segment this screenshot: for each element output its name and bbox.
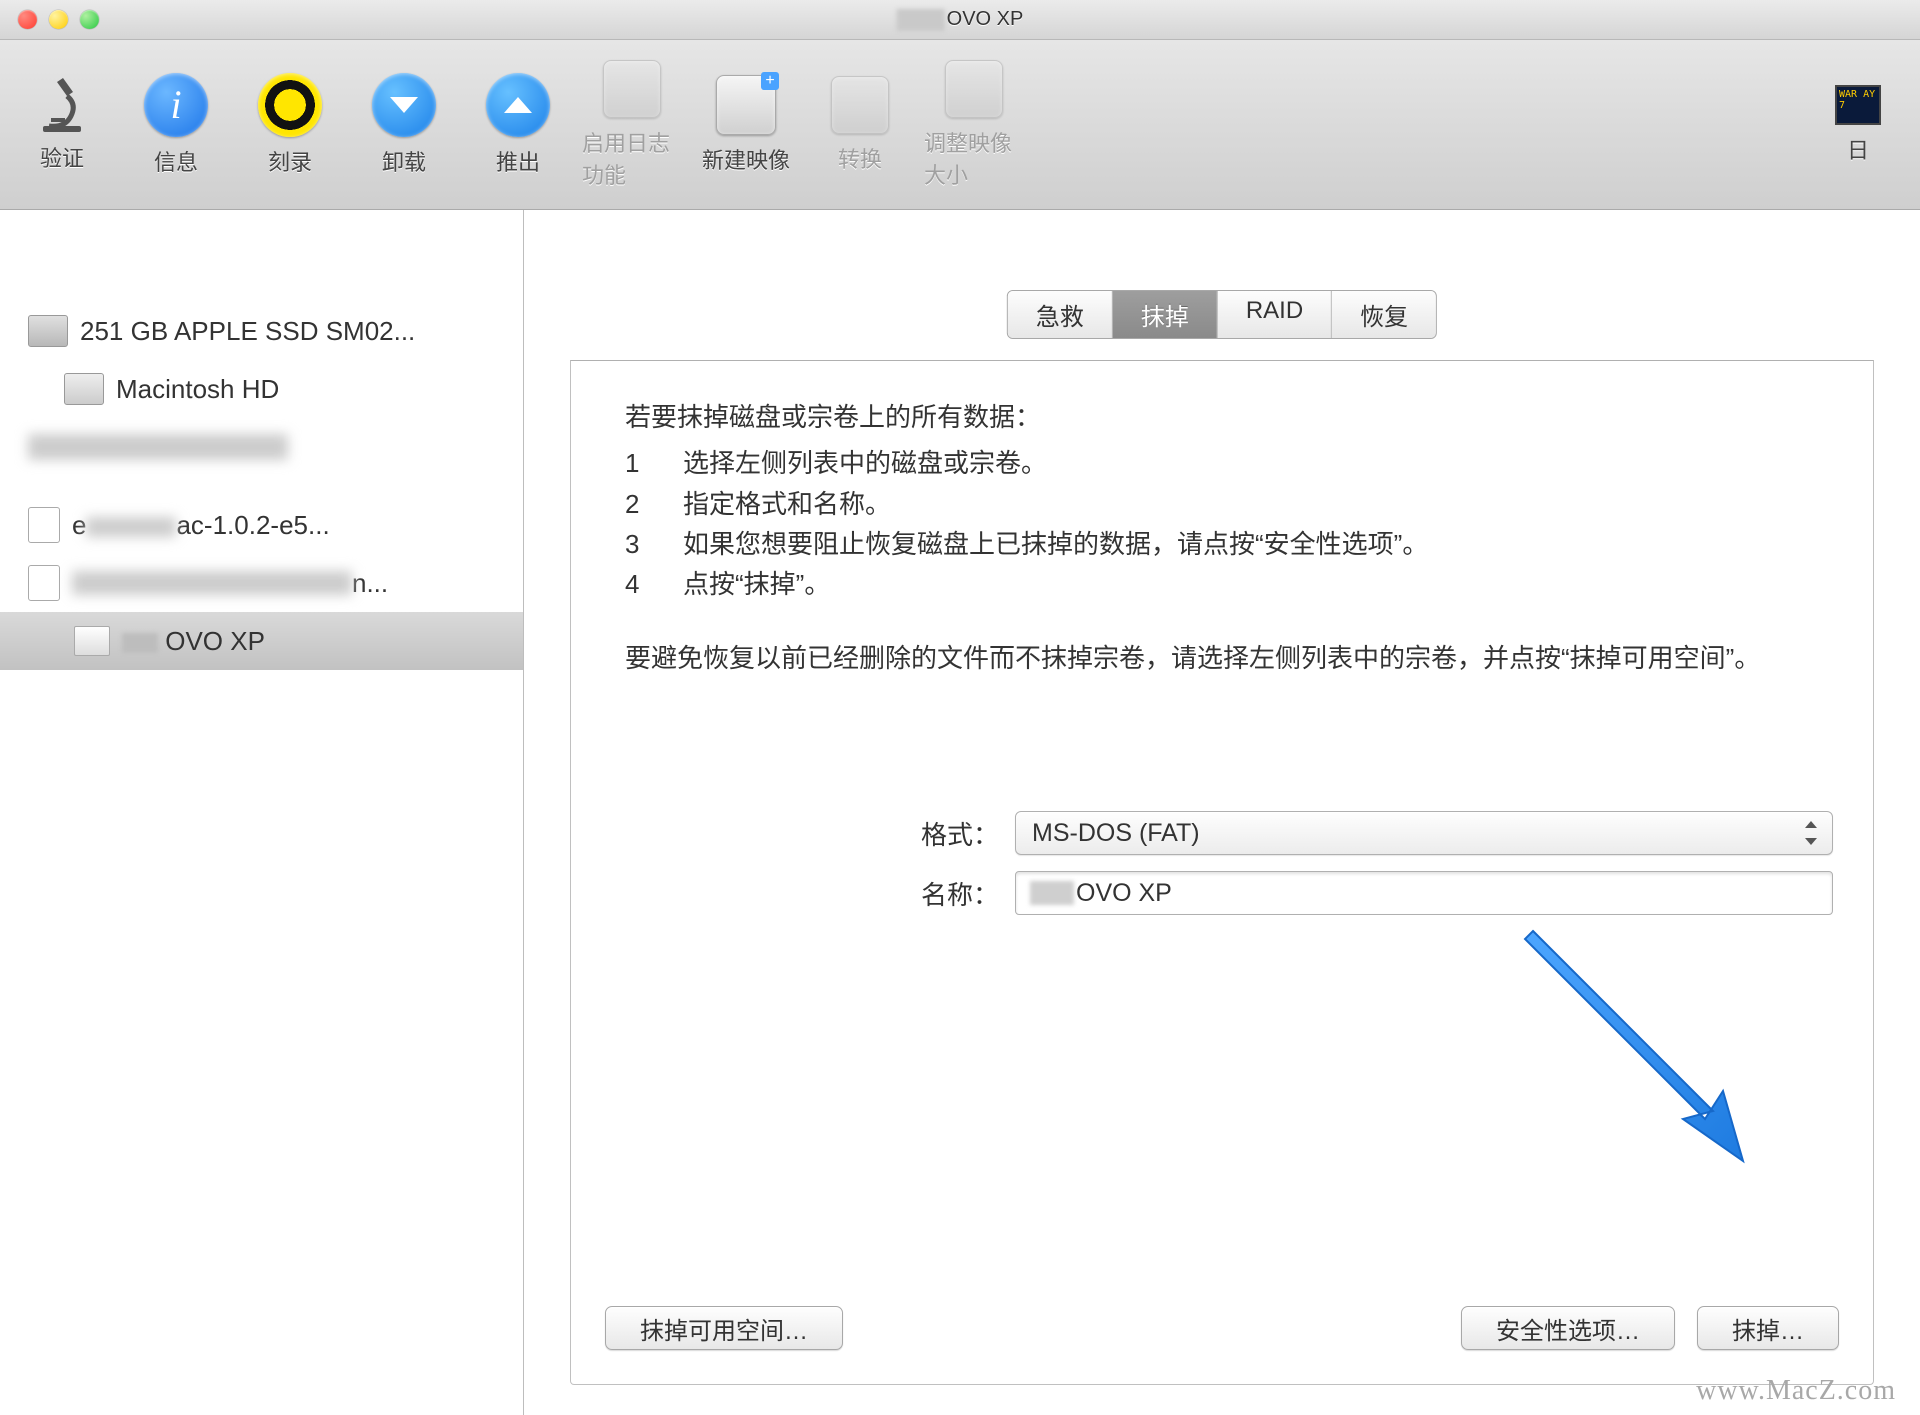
step-4: 点按“抹掉”。 (683, 564, 830, 604)
unmount-button[interactable]: 卸载 (354, 73, 454, 177)
erase-form: 格式： MS-DOS (FAT) 名称： OVO XP (571, 811, 1833, 931)
format-label: 格式： (571, 815, 1015, 852)
sidebar-item-blurred[interactable] (0, 418, 523, 476)
internal-disk-icon (64, 373, 104, 405)
convert-button[interactable]: 转换 (810, 76, 910, 174)
volume-icon (74, 626, 110, 656)
disk-image-icon (28, 507, 60, 543)
main-panel: 急救 抹掉 RAID 恢复 若要抹掉磁盘或宗卷上的所有数据： 1选择左侧列表中的… (524, 210, 1920, 1415)
convert-label: 转换 (838, 142, 882, 174)
instructions-note: 要避免恢复以前已经删除的文件而不抹掉宗卷，请选择左侧列表中的宗卷，并点按“抹掉可… (625, 638, 1819, 678)
new-image-label: 新建映像 (702, 143, 790, 175)
instructions: 若要抹掉磁盘或宗卷上的所有数据： 1选择左侧列表中的磁盘或宗卷。 2指定格式和名… (571, 361, 1873, 679)
eject-button[interactable]: 推出 (468, 73, 568, 177)
unmount-icon (372, 73, 436, 137)
enable-journaling-button[interactable]: 启用日志功能 (582, 60, 682, 190)
new-image-icon (716, 75, 776, 135)
sidebar-item-label: eac-1.0.2-e5... (72, 510, 330, 541)
convert-icon (831, 76, 889, 134)
verify-label: 验证 (40, 141, 84, 173)
resize-image-button[interactable]: 调整映像大小 (924, 60, 1024, 190)
sidebar-item-label: 251 GB APPLE SSD SM02... (80, 316, 415, 347)
step-2: 指定格式和名称。 (683, 484, 891, 524)
erase-free-space-button[interactable]: 抹掉可用空间… (605, 1306, 843, 1350)
minimize-window-button[interactable] (49, 10, 68, 29)
resize-label: 调整映像大小 (924, 126, 1024, 190)
log-label: 日 (1847, 133, 1869, 165)
resize-icon (945, 60, 1003, 118)
sidebar-item-label: OVO XP (122, 626, 265, 657)
toolbar: 验证 i 信息 刻录 卸载 推出 启用日志功能 新建映像 转换 调整映像大小 W… (0, 40, 1920, 210)
eject-label: 推出 (496, 145, 540, 177)
verify-button[interactable]: 验证 (12, 77, 112, 173)
disk-image-icon (28, 565, 60, 601)
name-input[interactable]: OVO XP (1015, 871, 1833, 915)
sidebar-item-disk-image[interactable]: eac-1.0.2-e5... (0, 496, 523, 554)
sidebar-item-label (72, 571, 352, 595)
journaling-label: 启用日志功能 (582, 126, 682, 190)
security-options-button[interactable]: 安全性选项… (1461, 1306, 1675, 1350)
instructions-heading: 若要抹掉磁盘或宗卷上的所有数据： (625, 397, 1819, 437)
burn-button[interactable]: 刻录 (240, 73, 340, 177)
sidebar-item-macintosh-hd[interactable]: Macintosh HD (0, 360, 523, 418)
sidebar-item-label: Macintosh HD (116, 374, 279, 405)
sidebar-item-physical-disk[interactable]: 251 GB APPLE SSD SM02... (0, 302, 523, 360)
tab-bar: 急救 抹掉 RAID 恢复 (1007, 290, 1437, 339)
terminal-icon: WAR AY 7 (1835, 85, 1881, 125)
sidebar-item-disk-image-2[interactable]: n... (0, 554, 523, 612)
step-3: 如果您想要阻止恢复磁盘上已抹掉的数据，请点按“安全性选项”。 (683, 524, 1428, 564)
sidebar-item-selected-volume[interactable]: OVO XP (0, 612, 523, 670)
hdd-icon (28, 315, 68, 347)
tab-raid[interactable]: RAID (1218, 291, 1332, 338)
microscope-icon (34, 77, 90, 133)
step-1: 选择左侧列表中的磁盘或宗卷。 (683, 443, 1047, 483)
erase-button[interactable]: 抹掉… (1697, 1306, 1839, 1350)
burn-label: 刻录 (268, 145, 312, 177)
sidebar: 251 GB APPLE SSD SM02... Macintosh HD ea… (0, 210, 524, 1415)
eject-icon (486, 73, 550, 137)
tab-erase[interactable]: 抹掉 (1113, 291, 1218, 338)
erase-panel: 若要抹掉磁盘或宗卷上的所有数据： 1选择左侧列表中的磁盘或宗卷。 2指定格式和名… (570, 360, 1874, 1385)
unmount-label: 卸载 (382, 145, 426, 177)
tab-restore[interactable]: 恢复 (1332, 291, 1436, 338)
button-row: 抹掉可用空间… 安全性选项… 抹掉… (605, 1306, 1839, 1350)
name-label: 名称： (571, 875, 1015, 912)
content-area: 251 GB APPLE SSD SM02... Macintosh HD ea… (0, 210, 1920, 1415)
burn-icon (258, 73, 322, 137)
obscured-text (897, 9, 945, 31)
info-icon: i (144, 73, 208, 137)
info-button[interactable]: i 信息 (126, 73, 226, 177)
zoom-window-button[interactable] (80, 10, 99, 29)
info-label: 信息 (154, 145, 198, 177)
chevron-updown-icon (1802, 821, 1820, 845)
traffic-lights (18, 10, 99, 29)
tab-first-aid[interactable]: 急救 (1008, 291, 1113, 338)
new-image-button[interactable]: 新建映像 (696, 75, 796, 175)
format-select[interactable]: MS-DOS (FAT) (1015, 811, 1833, 855)
window-title: OVO XP (897, 8, 1024, 31)
format-value: MS-DOS (FAT) (1032, 819, 1200, 848)
annotation-arrow (1493, 901, 1773, 1186)
obscured-text (1030, 881, 1074, 905)
watermark: www.MacZ.com (1696, 1375, 1896, 1407)
journaling-icon (603, 60, 661, 118)
close-window-button[interactable] (18, 10, 37, 29)
window-titlebar: OVO XP (0, 0, 1920, 40)
log-button[interactable]: WAR AY 7 日 (1808, 85, 1908, 165)
